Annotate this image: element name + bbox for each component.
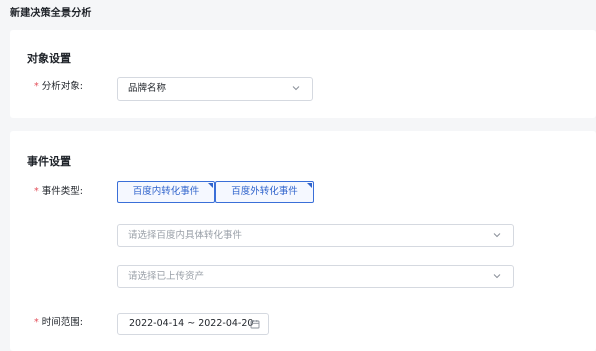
event-type-option-label: 百度内转化事件 (132, 186, 200, 197)
calendar-icon (250, 319, 260, 329)
analysis-object-value: 品牌名称 (128, 83, 167, 94)
page-title: 新建决策全景分析 (10, 8, 92, 19)
event-type-label-text: 事件类型: (41, 186, 83, 197)
chevron-down-icon (493, 232, 501, 238)
event-settings-card: 事件设置 * 事件类型: 百度内转化事件 百度外转化事件 请选择百度内具体转化事件… (10, 131, 596, 351)
event-type-baidu-external-button[interactable]: 百度外转化事件 (215, 181, 314, 203)
baidu-conversion-event-select[interactable]: 请选择百度内具体转化事件 (117, 224, 514, 247)
required-mark: * (34, 186, 39, 197)
selected-corner-mark (208, 183, 213, 188)
object-settings-card: 对象设置 * 分析对象: 品牌名称 (10, 30, 596, 118)
time-range-value: 2022-04-14 ~ 2022-04-20 (129, 318, 254, 329)
analysis-object-select[interactable]: 品牌名称 (117, 77, 313, 101)
object-settings-title: 对象设置 (27, 52, 71, 65)
time-range-label-text: 时间范围: (41, 317, 83, 328)
analysis-object-label: * 分析对象: (34, 80, 83, 94)
time-range-picker[interactable]: 2022-04-14 ~ 2022-04-20 (117, 313, 269, 335)
event-type-option-label: 百度外转化事件 (231, 186, 298, 197)
chevron-down-icon (292, 85, 300, 91)
baidu-conversion-event-placeholder: 请选择百度内具体转化事件 (128, 230, 243, 241)
uploaded-asset-placeholder: 请选择已上传资产 (128, 271, 205, 282)
chevron-down-icon (493, 273, 501, 279)
uploaded-asset-select[interactable]: 请选择已上传资产 (117, 265, 514, 288)
event-type-label: * 事件类型: (34, 185, 83, 199)
required-mark: * (34, 317, 39, 328)
event-type-baidu-internal-button[interactable]: 百度内转化事件 (117, 181, 215, 203)
required-mark: * (34, 81, 39, 92)
selected-corner-mark (307, 183, 312, 188)
event-settings-title: 事件设置 (27, 155, 71, 168)
analysis-object-label-text: 分析对象: (41, 81, 83, 92)
time-range-label: * 时间范围: (34, 316, 83, 330)
